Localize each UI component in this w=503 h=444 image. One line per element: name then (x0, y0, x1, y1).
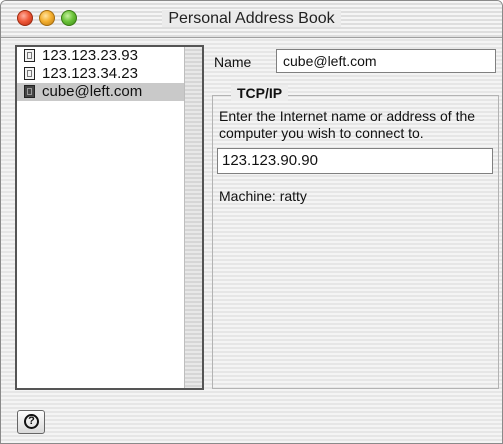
help-button[interactable]: ? (17, 410, 45, 434)
tcpip-description: Enter the Internet name or address of th… (219, 108, 476, 141)
title-bar[interactable]: Personal Address Book (1, 1, 502, 38)
address-book-window: Personal Address Book 123.123.23.93 123.… (0, 0, 503, 444)
address-list-items: 123.123.23.93 123.123.34.23 cube@left.co… (17, 47, 184, 388)
list-item-label: 123.123.34.23 (42, 65, 138, 82)
help-icon: ? (24, 414, 39, 429)
window-title: Personal Address Book (1, 10, 502, 28)
tcpip-group-title: TCP/IP (231, 85, 289, 101)
document-icon (24, 67, 35, 80)
list-item[interactable]: 123.123.23.93 (17, 47, 184, 65)
machine-label: Machine: ratty (219, 188, 307, 204)
list-item-selected[interactable]: cube@left.com (17, 83, 184, 101)
address-list: 123.123.23.93 123.123.34.23 cube@left.co… (15, 45, 204, 390)
address-field[interactable]: 123.123.90.90 (217, 148, 493, 174)
list-scrollbar[interactable] (184, 47, 202, 388)
document-icon (24, 85, 35, 98)
list-item-label: 123.123.23.93 (42, 47, 138, 64)
name-label: Name (214, 54, 252, 70)
list-item-label: cube@left.com (42, 83, 143, 100)
list-item[interactable]: 123.123.34.23 (17, 65, 184, 83)
document-icon (24, 49, 35, 62)
name-field[interactable]: cube@left.com (276, 49, 496, 73)
